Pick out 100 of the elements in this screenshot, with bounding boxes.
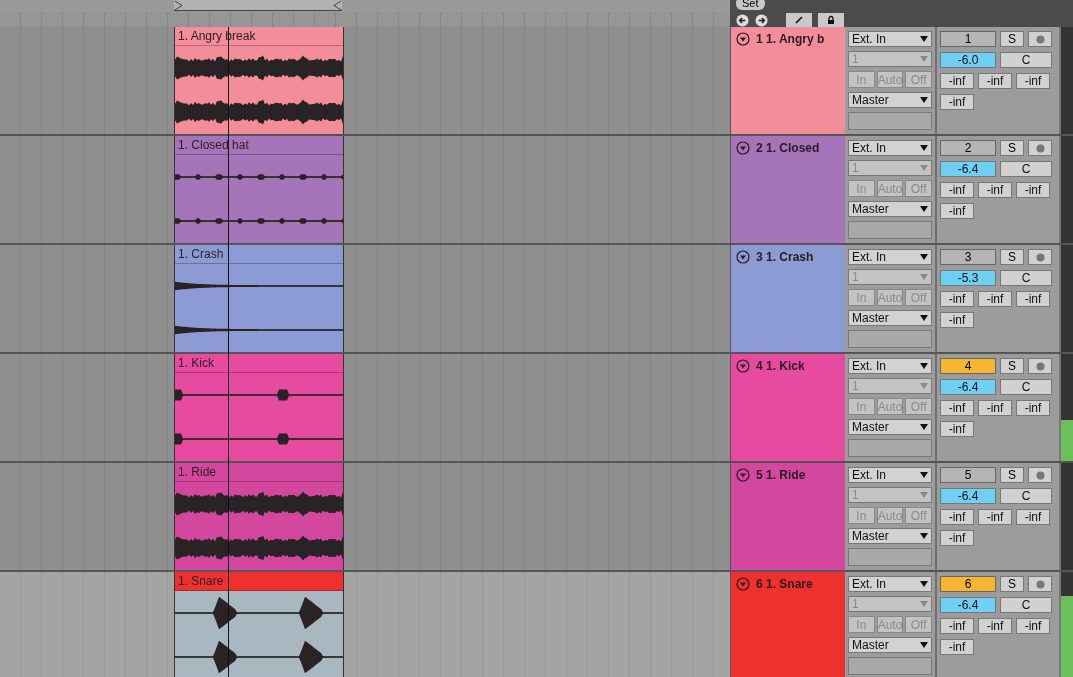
solo-button[interactable]: S <box>1000 140 1024 156</box>
input-type-dropdown[interactable]: Ext. In <box>848 140 932 156</box>
input-type-dropdown[interactable]: Ext. In <box>848 31 932 47</box>
send-field[interactable]: -inf <box>1016 73 1050 89</box>
output-dropdown[interactable]: Master <box>848 92 932 108</box>
send-field[interactable]: -inf <box>1016 400 1050 416</box>
loop-end-icon <box>333 0 342 11</box>
fold-icon[interactable] <box>736 250 750 264</box>
output-dropdown[interactable]: Master <box>848 637 932 653</box>
pan-field[interactable]: C <box>1000 379 1052 395</box>
send-field[interactable]: -inf <box>940 400 974 416</box>
send-field[interactable]: -inf <box>940 203 974 219</box>
pan-field[interactable]: C <box>1000 597 1052 613</box>
send-field[interactable]: -inf <box>1016 509 1050 525</box>
track-activator-button[interactable]: 5 <box>940 467 996 483</box>
fold-icon[interactable] <box>736 359 750 373</box>
right-arrow-icon[interactable] <box>755 13 768 27</box>
send-field[interactable]: -inf <box>978 182 1012 198</box>
send-field[interactable]: -inf <box>940 73 974 89</box>
fold-icon[interactable] <box>736 32 750 46</box>
pan-field[interactable]: C <box>1000 52 1052 68</box>
set-button[interactable]: Set <box>736 0 765 10</box>
loop-brace[interactable] <box>174 0 342 11</box>
arm-button[interactable] <box>1028 140 1052 156</box>
send-field[interactable]: -inf <box>1016 618 1050 634</box>
output-channel-field[interactable] <box>848 439 932 457</box>
send-field[interactable]: -inf <box>940 94 974 110</box>
send-field[interactable]: -inf <box>940 421 974 437</box>
send-field[interactable]: -inf <box>940 618 974 634</box>
output-channel-field[interactable] <box>848 330 932 348</box>
send-field[interactable]: -inf <box>978 291 1012 307</box>
send-field[interactable]: -inf <box>940 312 974 328</box>
draw-mode-button[interactable] <box>786 13 812 27</box>
send-field[interactable]: -inf <box>940 639 974 655</box>
arm-button[interactable] <box>1028 31 1052 47</box>
left-arrow-icon[interactable] <box>736 13 749 27</box>
volume-field[interactable]: -5.3 <box>940 270 996 286</box>
track-activator-button[interactable]: 2 <box>940 140 996 156</box>
arm-button[interactable] <box>1028 358 1052 374</box>
output-dropdown[interactable]: Master <box>848 528 932 544</box>
input-type-dropdown[interactable]: Ext. In <box>848 576 932 592</box>
volume-field[interactable]: -6.0 <box>940 52 996 68</box>
track-header[interactable]: 2 1. Closed <box>731 136 845 243</box>
solo-button[interactable]: S <box>1000 31 1024 47</box>
arrangement-lane[interactable]: 1. Closed hat <box>0 136 730 243</box>
output-channel-field[interactable] <box>848 221 932 239</box>
input-type-dropdown[interactable]: Ext. In <box>848 358 932 374</box>
track-activator-button[interactable]: 4 <box>940 358 996 374</box>
solo-button[interactable]: S <box>1000 249 1024 265</box>
send-field[interactable]: -inf <box>978 618 1012 634</box>
output-channel-field[interactable] <box>848 112 932 130</box>
send-field[interactable]: -inf <box>940 291 974 307</box>
send-field[interactable]: -inf <box>1016 291 1050 307</box>
track-header[interactable]: 6 1. Snare <box>731 572 845 677</box>
send-field[interactable]: -inf <box>978 400 1012 416</box>
fold-icon[interactable] <box>736 577 750 591</box>
send-field[interactable]: -inf <box>940 182 974 198</box>
arm-button[interactable] <box>1028 249 1052 265</box>
volume-field[interactable]: -6.4 <box>940 488 996 504</box>
input-type-dropdown[interactable]: Ext. In <box>848 467 932 483</box>
output-dropdown[interactable]: Master <box>848 419 932 435</box>
fold-icon[interactable] <box>736 468 750 482</box>
arrangement-lane[interactable]: 1. Kick <box>0 354 730 461</box>
output-dropdown[interactable]: Master <box>848 201 932 217</box>
track-name: 5 1. Ride <box>756 468 806 482</box>
send-field[interactable]: -inf <box>978 509 1012 525</box>
pan-field[interactable]: C <box>1000 488 1052 504</box>
send-field[interactable]: -inf <box>940 509 974 525</box>
arrangement-lane[interactable]: 1. Snare <box>0 572 730 677</box>
arrangement-lane[interactable]: 1. Ride <box>0 463 730 570</box>
output-dropdown[interactable]: Master <box>848 310 932 326</box>
clip-title: 1. Crash <box>175 245 343 264</box>
arm-button[interactable] <box>1028 467 1052 483</box>
solo-button[interactable]: S <box>1000 467 1024 483</box>
send-field[interactable]: -inf <box>978 73 1012 89</box>
output-channel-field[interactable] <box>848 657 932 675</box>
volume-field[interactable]: -6.4 <box>940 597 996 613</box>
track-name: 6 1. Snare <box>756 577 813 591</box>
pan-field[interactable]: C <box>1000 270 1052 286</box>
track-header[interactable]: 4 1. Kick <box>731 354 845 461</box>
pan-field[interactable]: C <box>1000 161 1052 177</box>
volume-field[interactable]: -6.4 <box>940 161 996 177</box>
volume-field[interactable]: -6.4 <box>940 379 996 395</box>
arrangement-lane[interactable]: 1. Crash <box>0 245 730 352</box>
track-activator-button[interactable]: 3 <box>940 249 996 265</box>
send-field[interactable]: -inf <box>1016 182 1050 198</box>
lock-button[interactable] <box>818 13 844 27</box>
input-type-dropdown[interactable]: Ext. In <box>848 249 932 265</box>
fold-icon[interactable] <box>736 141 750 155</box>
track-activator-button[interactable]: 1 <box>940 31 996 47</box>
send-field[interactable]: -inf <box>940 530 974 546</box>
caret-icon <box>920 97 928 103</box>
track-header[interactable]: 1 1. Angry b <box>731 27 845 134</box>
solo-button[interactable]: S <box>1000 576 1024 592</box>
solo-button[interactable]: S <box>1000 358 1024 374</box>
track-header[interactable]: 3 1. Crash <box>731 245 845 352</box>
track-header[interactable]: 5 1. Ride <box>731 463 845 570</box>
arm-button[interactable] <box>1028 576 1052 592</box>
output-channel-field[interactable] <box>848 548 932 566</box>
track-activator-button[interactable]: 6 <box>940 576 996 592</box>
